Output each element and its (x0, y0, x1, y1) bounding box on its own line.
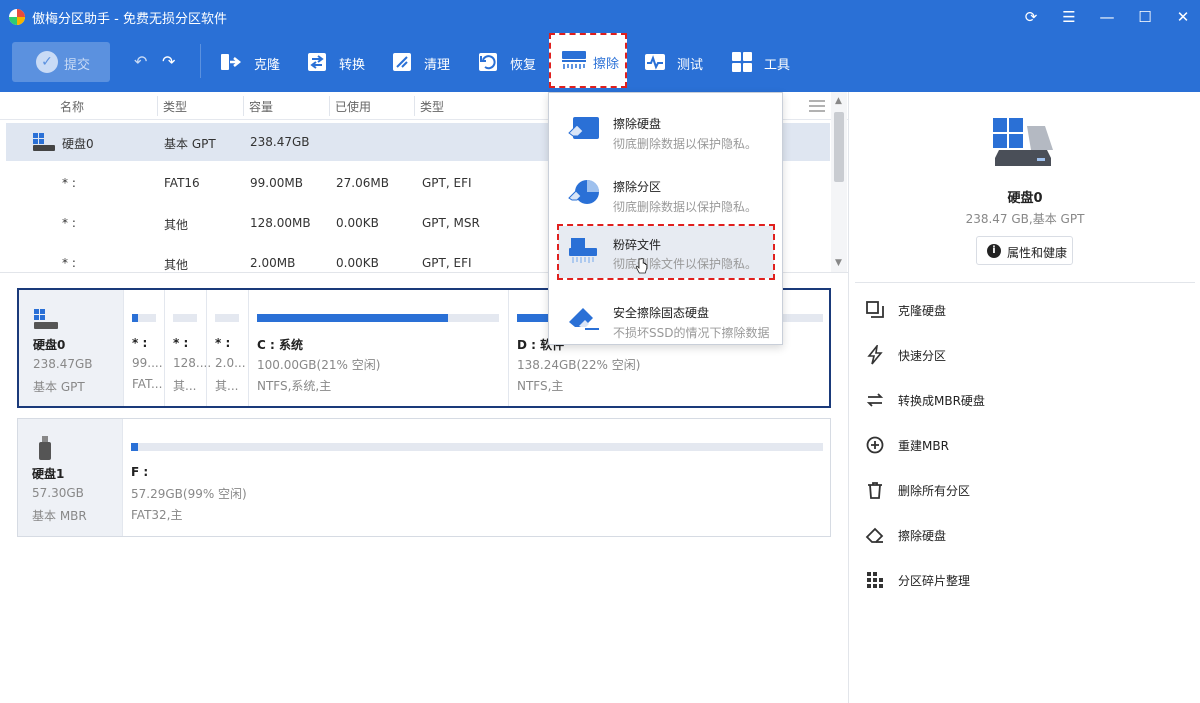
close-icon[interactable]: ✕ (1170, 6, 1196, 28)
test-icon (645, 54, 665, 70)
column-divider (414, 96, 415, 116)
action-clone-disk[interactable]: 克隆硬盘 (865, 297, 1165, 323)
check-icon: ✓ (36, 51, 58, 73)
rebuild-mbr-icon (866, 436, 884, 454)
menu-icon[interactable]: ☰ (1056, 6, 1082, 28)
action-quick-partition[interactable]: 快速分区 (865, 342, 1165, 368)
disk-subtitle: 238.47 GB,基本 GPT (965, 212, 1085, 226)
disk-icon (33, 133, 55, 151)
table-scrollbar[interactable]: ▲ ▼ (831, 92, 847, 272)
disk-summary[interactable]: 硬盘0 238.47GB 基本 GPT (19, 290, 123, 406)
list-view-icon[interactable] (808, 99, 826, 113)
undo-icon[interactable]: ↶ (134, 52, 147, 71)
ssd-erase-icon (569, 308, 599, 330)
disk-summary[interactable]: 硬盘1 57.30GB 基本 MBR (18, 419, 122, 536)
menu-item-wipe-disk[interactable]: 擦除硬盘 彻底删除数据以保护隐私。 (549, 99, 782, 159)
action-defrag[interactable]: 分区碎片整理 (865, 567, 1165, 593)
convert-mbr-icon (866, 393, 884, 407)
info-icon: i (987, 244, 1001, 258)
submit-button[interactable]: ✓ 提交 (12, 42, 110, 82)
clone-icon (221, 54, 242, 70)
trash-icon (868, 482, 882, 499)
wipe-dropdown-menu: 擦除硬盘 彻底删除数据以保护隐私。 擦除分区 彻底删除数据以保护隐私。 粉碎文件… (548, 92, 783, 345)
disk-icon (34, 309, 58, 329)
convert-icon (308, 53, 326, 71)
column-divider (243, 96, 244, 116)
column-divider (329, 96, 330, 116)
refresh-icon[interactable]: ⟳ (1018, 6, 1044, 28)
action-delete-all-partitions[interactable]: 删除所有分区 (865, 477, 1165, 503)
window-title: 傲梅分区助手 - 免费无损分区软件 (32, 12, 227, 27)
eraser-icon (865, 527, 884, 543)
mouse-cursor-icon (636, 258, 648, 274)
disk-title: 硬盘0 (1007, 191, 1043, 206)
wipe-partition-icon (568, 180, 599, 204)
action-rebuild-mbr[interactable]: 重建MBR (865, 432, 1165, 458)
usage-bar (173, 314, 197, 322)
usage-bar (131, 443, 823, 451)
panel-divider (855, 282, 1195, 283)
partition-block-f[interactable]: F : 57.29GB(99% 空闲) FAT32,主 (122, 419, 830, 536)
column-capacity[interactable]: 容量 (249, 98, 273, 115)
menu-item-wipe-partition[interactable]: 擦除分区 彻底删除数据以保护隐私。 (549, 162, 782, 222)
app-logo-icon (9, 9, 25, 25)
column-type[interactable]: 类型 (163, 98, 187, 115)
right-panel: 硬盘0 238.47 GB,基本 GPT i 属性和健康 克隆硬盘 快速分区 转… (848, 92, 1200, 703)
usage-bar (132, 314, 156, 322)
properties-health-button[interactable]: i 属性和健康 (976, 236, 1073, 265)
scroll-down-icon[interactable]: ▼ (835, 258, 842, 268)
usb-disk-icon (39, 436, 51, 460)
usage-bar (257, 314, 499, 322)
column-used[interactable]: 已使用 (335, 98, 371, 115)
redo-icon[interactable]: ↷ (162, 52, 175, 71)
scroll-thumb[interactable] (834, 112, 844, 182)
toolbar-wipe[interactable]: 擦除 (549, 33, 627, 88)
maximize-icon[interactable]: ☐ (1132, 6, 1158, 28)
wipe-icon (562, 51, 586, 69)
recover-icon (479, 53, 497, 71)
partition-block[interactable]: * : 2.0... 其... (206, 290, 248, 406)
scroll-up-icon[interactable]: ▲ (835, 96, 842, 106)
action-wipe-disk[interactable]: 擦除硬盘 (865, 522, 1165, 548)
menu-item-secure-erase-ssd[interactable]: 安全擦除固态硬盘 不损坏SSD的情况下擦除数据 (549, 288, 782, 348)
disk-large-icon (993, 118, 1053, 166)
defrag-icon (867, 572, 883, 588)
partition-block-c[interactable]: C : 系统 100.00GB(21% 空闲) NTFS,系统,主 (248, 290, 508, 406)
partition-block[interactable]: * : 128.... 其... (164, 290, 211, 406)
minimize-icon[interactable]: — (1094, 6, 1120, 28)
highlight-box (557, 224, 775, 280)
quick-partition-icon (867, 345, 883, 365)
usage-bar (215, 314, 239, 322)
column-ptype[interactable]: 类型 (420, 98, 444, 115)
toolbar-divider (200, 44, 201, 78)
column-name[interactable]: 名称 (60, 98, 84, 115)
action-convert-mbr[interactable]: 转换成MBR硬盘 (865, 387, 1165, 413)
wipe-disk-icon (568, 117, 599, 139)
tools-icon (732, 52, 752, 72)
clone-disk-icon (866, 301, 884, 318)
disk-block-1[interactable]: 硬盘1 57.30GB 基本 MBR F : 57.29GB(99% 空闲) F… (17, 418, 831, 537)
column-divider (157, 96, 158, 116)
partition-block[interactable]: * : 99.... FAT... (123, 290, 164, 406)
clean-icon (393, 53, 411, 71)
